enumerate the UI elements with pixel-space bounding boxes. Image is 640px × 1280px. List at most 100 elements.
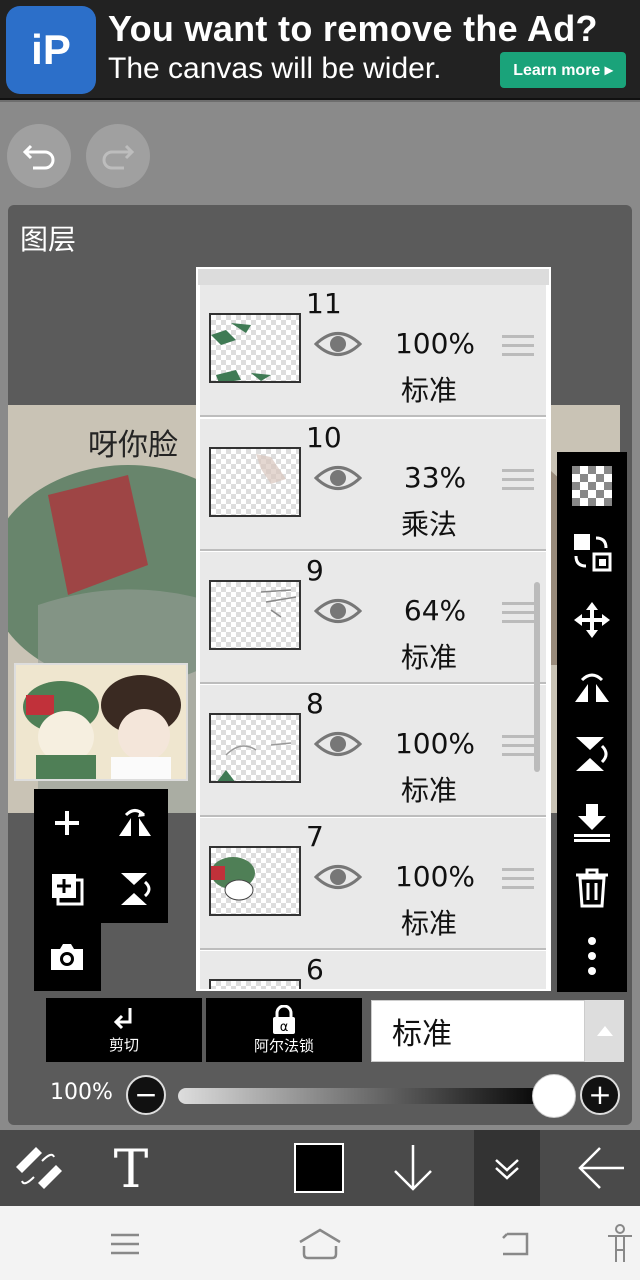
opacity-decrease-button[interactable]: − — [126, 1075, 166, 1115]
text-tool-icon: T — [114, 1143, 149, 1193]
drag-handle-icon[interactable] — [502, 469, 534, 496]
layer-opacity: 33% — [403, 461, 467, 494]
camera-button[interactable] — [42, 932, 92, 982]
layer-row[interactable]: 7 100% 标准 — [200, 818, 546, 950]
minus-icon: − — [134, 1078, 158, 1111]
menu-icon — [111, 1233, 139, 1255]
canvas-thumbnail[interactable] — [14, 663, 188, 781]
alpha-lock-button[interactable]: α 阿尔法锁 — [206, 998, 362, 1062]
opacity-slider[interactable] — [178, 1088, 552, 1104]
svg-text:α: α — [280, 1020, 289, 1035]
flip-horizontal-icon — [119, 809, 151, 836]
layers-list[interactable]: 11 100% 标准 10 33% 乘法 9 64% 标准 8 100% 标准 … — [196, 267, 551, 991]
accessibility-icon — [608, 1224, 632, 1262]
arrow-down-button[interactable] — [376, 1130, 450, 1206]
flip-horizontal-button[interactable] — [110, 798, 160, 848]
layer-row[interactable]: 8 100% 标准 — [200, 685, 546, 817]
drag-handle-icon[interactable] — [502, 335, 534, 362]
layer-blend-mode: 标准 — [400, 374, 457, 407]
home-nav-button[interactable] — [298, 1222, 342, 1266]
merge-down-button[interactable] — [557, 792, 627, 852]
swap-layer-button[interactable] — [557, 522, 627, 582]
layer-row[interactable]: 11 100% 标准 — [200, 285, 546, 417]
ad-logo-text: iP — [31, 26, 71, 73]
blend-mode-dropdown-button[interactable] — [585, 1000, 624, 1062]
layer-row[interactable]: 10 33% 乘法 — [200, 419, 546, 551]
transparency-button[interactable] — [557, 456, 627, 516]
visibility-eye-icon[interactable] — [314, 862, 362, 892]
return-icon — [502, 1232, 529, 1256]
menu-nav-button[interactable] — [103, 1222, 147, 1266]
checkerboard-icon — [572, 466, 612, 506]
opacity-increase-button[interactable]: + — [580, 1075, 620, 1115]
current-color-swatch — [294, 1143, 344, 1193]
opacity-slider-knob[interactable] — [532, 1074, 576, 1118]
ad-subtitle: The canvas will be wider. — [108, 52, 442, 85]
layer-opacity: 100% — [394, 327, 476, 360]
blend-mode-select[interactable]: 标准 — [371, 1000, 585, 1062]
flip-vertical-icon — [121, 873, 151, 905]
layer-number: 11 — [306, 287, 342, 320]
flip-vertical-button[interactable] — [110, 864, 160, 914]
svg-text:T: T — [114, 1143, 149, 1193]
swap-layer-icon — [574, 534, 612, 572]
back-button[interactable] — [562, 1130, 640, 1206]
drag-handle-icon[interactable] — [502, 868, 534, 895]
layer-number: 6 — [306, 953, 324, 986]
duplicate-layer-icon — [52, 874, 84, 906]
layer-number: 10 — [306, 421, 342, 454]
more-options-button[interactable] — [557, 926, 627, 986]
layer-blend-mode: 标准 — [400, 907, 457, 940]
move-button[interactable] — [557, 590, 627, 650]
ibispaint-logo: iP — [6, 6, 96, 94]
plus-icon — [55, 811, 79, 835]
clipping-button[interactable]: 剪切 — [46, 998, 202, 1062]
brush-eraser-icon — [16, 1147, 62, 1189]
app-root: iP You want to remove the Ad? The canvas… — [0, 0, 640, 1280]
trash-icon — [576, 868, 608, 908]
ad-banner[interactable]: iP You want to remove the Ad? The canvas… — [0, 0, 640, 100]
clipping-label: 剪切 — [108, 1035, 139, 1054]
merge-down-icon — [574, 804, 610, 842]
back-nav-button[interactable] — [494, 1222, 538, 1266]
layer-number: 8 — [306, 687, 324, 720]
color-picker-button[interactable] — [282, 1130, 356, 1206]
layer-thumbnail — [209, 447, 301, 517]
accessibility-nav-button[interactable] — [598, 1222, 640, 1266]
plus-icon: + — [588, 1078, 612, 1111]
add-layer-button[interactable] — [42, 798, 92, 848]
layer-row[interactable]: 9 64% 标准 — [200, 552, 546, 684]
drag-handle-icon[interactable] — [502, 735, 534, 762]
layer-thumbnail — [209, 580, 301, 650]
visibility-eye-icon[interactable] — [314, 596, 362, 626]
flip-vertical-right-button[interactable] — [557, 724, 627, 784]
redo-button[interactable] — [86, 124, 150, 188]
visibility-eye-icon[interactable] — [314, 329, 362, 359]
visibility-eye-icon[interactable] — [314, 463, 362, 493]
layer-row[interactable]: 6 — [200, 951, 546, 989]
flip-vertical-icon — [576, 737, 608, 771]
camera-icon — [51, 944, 83, 970]
ad-title: You want to remove the Ad? — [108, 8, 598, 49]
clip-arrow-icon — [113, 1007, 132, 1029]
collapse-panel-button[interactable] — [474, 1130, 540, 1206]
flip-horizontal-right-button[interactable] — [557, 658, 627, 718]
delete-layer-button[interactable] — [557, 858, 627, 918]
visibility-eye-icon[interactable] — [314, 729, 362, 759]
double-chevron-down-icon — [495, 1159, 519, 1180]
drag-handle-icon[interactable] — [502, 602, 534, 629]
svg-text:呀你脸: 呀你脸 — [88, 428, 178, 463]
layers-scrollbar[interactable] — [534, 582, 540, 772]
layer-opacity: 100% — [394, 860, 476, 893]
text-tool-button[interactable]: T — [96, 1130, 166, 1206]
home-icon — [299, 1228, 341, 1260]
brush-eraser-switch-button[interactable] — [0, 1130, 76, 1206]
more-vertical-icon — [588, 937, 596, 975]
undo-button[interactable] — [7, 124, 71, 188]
learn-more-button[interactable]: Learn more ▸ — [500, 52, 626, 88]
duplicate-layer-button[interactable] — [42, 864, 92, 914]
layer-thumbnail — [209, 713, 301, 783]
list-top-fade — [198, 269, 549, 285]
layer-thumbnail — [209, 313, 301, 383]
layer-number: 9 — [306, 554, 324, 587]
